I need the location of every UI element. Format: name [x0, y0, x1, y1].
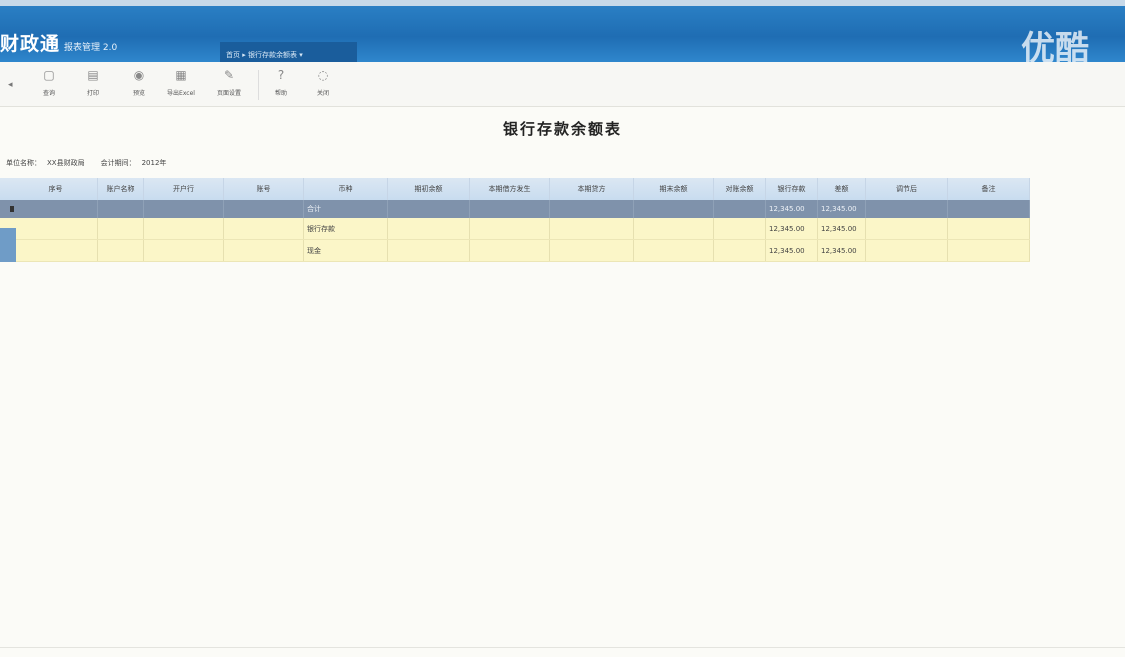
table-cell [714, 218, 766, 239]
table-cell [470, 200, 550, 218]
table-cell [866, 240, 948, 261]
col-header[interactable]: 期初余额 [388, 178, 470, 200]
table-cell: 12,345.00 [818, 240, 866, 261]
toolbar-scroll-left-icon[interactable]: ◂ [8, 80, 13, 90]
filter-unit-label: 单位名称： [6, 159, 41, 167]
logo-main-text: 财政通 [0, 33, 61, 55]
print-button[interactable]: ▤ 打印 [76, 66, 110, 104]
table-cell [866, 218, 948, 239]
table-cell: 合计 [304, 200, 388, 218]
table-cell [388, 240, 470, 261]
col-header[interactable]: 序号 [14, 178, 98, 200]
col-header[interactable]: 账号 [224, 178, 304, 200]
table-cell [388, 200, 470, 218]
close-icon: ◌ [317, 68, 329, 82]
table-cell [866, 200, 948, 218]
table-cell [714, 240, 766, 261]
toolbar-divider [258, 70, 259, 100]
table-cell [14, 240, 98, 261]
preview-button[interactable]: ◉ 预览 [122, 66, 156, 104]
table-cell [550, 240, 634, 261]
help-button[interactable]: ? 帮助 [264, 66, 298, 104]
close-button[interactable]: ◌ 关闭 [306, 66, 340, 104]
page-setup-button-label: 页面设置 [216, 90, 241, 97]
report-title: 银行存款余额表 [502, 120, 622, 138]
filter-unit-value: XX县财政局 [47, 159, 85, 167]
help-button-label: 帮助 [274, 90, 287, 97]
col-header[interactable]: 差额 [818, 178, 866, 200]
table-cell: 现金 [304, 240, 388, 261]
table-cell: 12,345.00 [766, 200, 818, 218]
app-logo: 财政通 报表管理 2.0 [0, 32, 117, 54]
table-cell [550, 218, 634, 239]
table-cell: 12,345.00 [766, 218, 818, 239]
table-cell [948, 200, 1030, 218]
table-cell [14, 218, 98, 239]
col-header[interactable]: 账户名称 [98, 178, 144, 200]
filter-date-label: 会计期间： [100, 159, 136, 167]
table-cell [224, 240, 304, 261]
table-cell [550, 200, 634, 218]
table-cell [470, 240, 550, 261]
col-header[interactable]: 本期贷方 [550, 178, 634, 200]
table-cell [144, 200, 224, 218]
export-button-label: 导出Excel [167, 90, 195, 97]
col-header[interactable]: 备注 [948, 178, 1030, 200]
table-cell [634, 218, 714, 239]
page-setup-icon: ✎ [223, 68, 235, 82]
table-cell [224, 218, 304, 239]
table-cell: 12,345.00 [766, 240, 818, 261]
toolbar: ◂ ▢ 查询 ▤ 打印 ◉ 预览 ▦ 导出Excel ✎ 页面设置 ? 帮助 ◌… [0, 62, 1125, 107]
col-header[interactable]: 开户行 [144, 178, 224, 200]
print-button-label: 打印 [86, 90, 99, 97]
table-cell [14, 200, 98, 218]
bottom-border [0, 647, 1125, 648]
page-setup-button[interactable]: ✎ 页面设置 [212, 66, 246, 104]
table-cell [634, 200, 714, 218]
table-cell: 12,345.00 [818, 200, 866, 218]
table-cell [144, 240, 224, 261]
col-header[interactable]: 对账余额 [714, 178, 766, 200]
preview-icon: ◉ [133, 68, 145, 82]
table-row[interactable]: 合计 12,345.00 12,345.00 [0, 200, 1030, 218]
table-cell [948, 218, 1030, 239]
table-cell [98, 240, 144, 261]
filter-date-value: 2012年 [141, 159, 167, 167]
help-icon: ? [277, 68, 285, 82]
query-button-label: 查询 [42, 90, 55, 97]
table-cell [634, 240, 714, 261]
export-excel-button[interactable]: ▦ 导出Excel [164, 66, 198, 104]
current-row-marker-icon [10, 206, 14, 212]
query-button[interactable]: ▢ 查询 [32, 66, 66, 104]
table-cell [224, 200, 304, 218]
col-header[interactable]: 本期借方发生 [470, 178, 550, 200]
close-button-label: 关闭 [316, 90, 329, 97]
row-header-strip [0, 228, 16, 262]
query-icon: ▢ [43, 68, 55, 82]
preview-button-label: 预览 [132, 90, 145, 97]
table-row[interactable]: 银行存款 12,345.00 12,345.00 [0, 218, 1030, 240]
table-cell [470, 218, 550, 239]
col-header[interactable]: 期末余额 [634, 178, 714, 200]
table-cell [98, 200, 144, 218]
col-header[interactable]: 币种 [304, 178, 388, 200]
report-filters: 单位名称： XX县财政局 会计期间： 2012年 [6, 158, 166, 172]
table-cell [144, 218, 224, 239]
table-row[interactable]: 现金 12,345.00 12,345.00 [0, 240, 1030, 262]
table-cell [388, 218, 470, 239]
table-cell: 银行存款 [304, 218, 388, 239]
col-header[interactable]: 调节后 [866, 178, 948, 200]
export-icon: ▦ [175, 68, 187, 82]
logo-sub-text: 报表管理 2.0 [64, 43, 118, 53]
table-cell [714, 200, 766, 218]
grid-header: 序号 账户名称 开户行 账号 币种 期初余额 本期借方发生 本期贷方 期末余额 … [0, 178, 1030, 201]
col-header[interactable]: 银行存款 [766, 178, 818, 200]
print-icon: ▤ [87, 68, 99, 82]
app-header: 财政通 报表管理 2.0 首页 ▸ 银行存款余额表 ▾ [0, 6, 1125, 68]
table-cell [948, 240, 1030, 261]
table-cell [98, 218, 144, 239]
table-cell: 12,345.00 [818, 218, 866, 239]
